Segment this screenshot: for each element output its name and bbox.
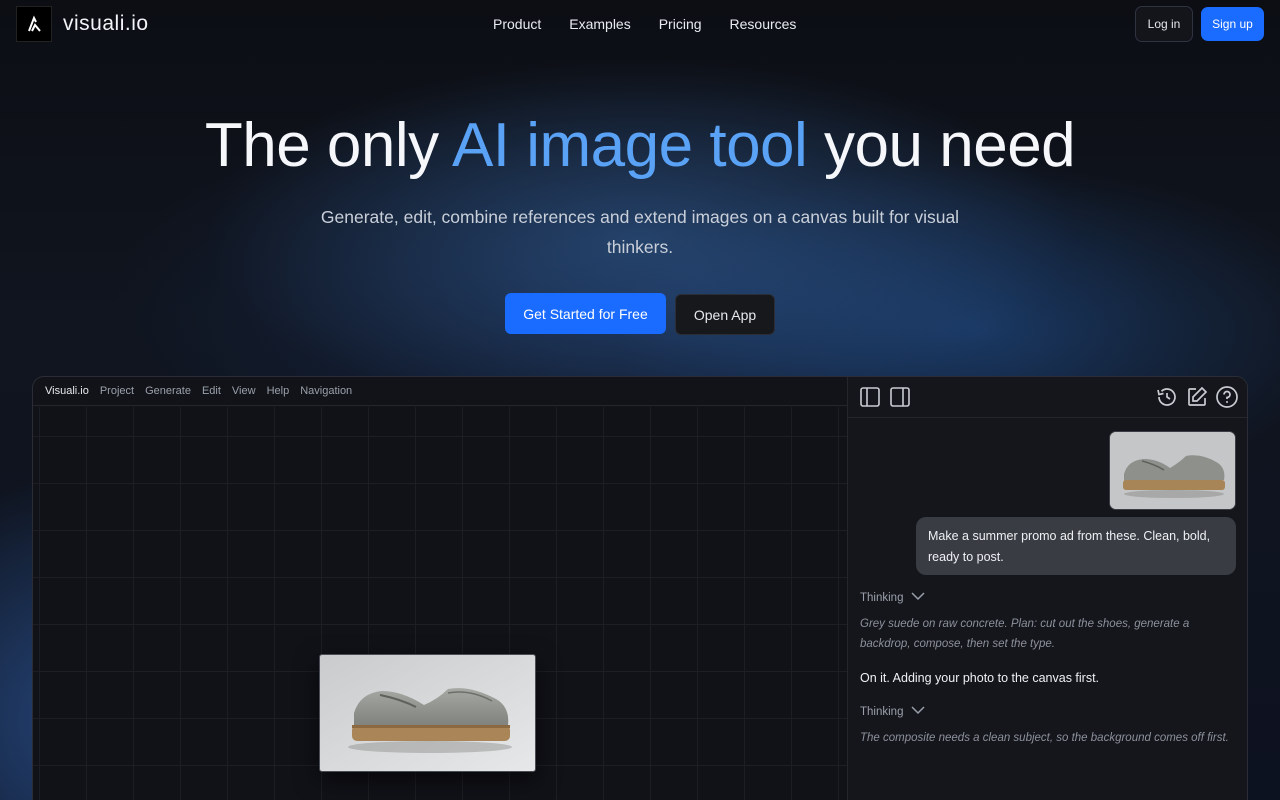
top-nav: visuali.io Product Examples Pricing Reso… [0, 0, 1280, 48]
menu-help[interactable]: Help [267, 385, 290, 397]
get-started-button[interactable]: Get Started for Free [505, 293, 666, 334]
nav-link-product[interactable]: Product [493, 16, 541, 32]
nav-link-resources[interactable]: Resources [730, 16, 797, 32]
panel-left-icon[interactable] [859, 386, 883, 410]
user-uploaded-image[interactable] [1109, 431, 1236, 510]
app-preview-window: Visuali.io Project Generate Edit View He… [32, 376, 1248, 800]
thinking-label: Thinking [860, 591, 904, 604]
thought-text-1: Grey suede on raw concrete. Plan: cut ou… [860, 618, 1190, 650]
menu-edit[interactable]: Edit [202, 385, 221, 397]
logo-icon[interactable] [16, 6, 52, 42]
login-button[interactable]: Log in [1135, 6, 1193, 42]
edit-icon[interactable] [1185, 385, 1209, 409]
thinking-toggle-2[interactable]: Thinking [860, 705, 925, 718]
help-icon[interactable] [1215, 385, 1239, 409]
brand-name[interactable]: visuali.io [63, 12, 149, 36]
menu-navigation[interactable]: Navigation [300, 385, 352, 397]
signup-button[interactable]: Sign up [1201, 7, 1264, 41]
hero-title-post: you need [807, 111, 1076, 180]
chat-sidebar: Make a summer promo ad from these. Clean… [847, 377, 1247, 800]
history-icon[interactable] [1155, 385, 1179, 409]
chat-toolbar [848, 377, 1247, 418]
app-menubar: Visuali.io Project Generate Edit View He… [33, 377, 847, 406]
canvas-grid[interactable] [33, 407, 847, 800]
menu-visuali[interactable]: Visuali.io [45, 385, 89, 397]
hero-title: The only AI image tool you need [0, 110, 1280, 181]
assistant-reply: On it. Adding your photo to the canvas f… [860, 671, 1100, 685]
hero-title-accent: AI image tool [451, 111, 808, 180]
menu-generate[interactable]: Generate [145, 385, 191, 397]
hero-subtitle: Generate, edit, combine references and e… [320, 207, 960, 257]
panel-right-icon[interactable] [889, 386, 913, 410]
canvas-shoe-image[interactable] [319, 654, 536, 772]
thought-text-2: The composite needs a clean subject, so … [860, 732, 1229, 744]
hero-title-pre: The only [204, 111, 452, 180]
menu-project[interactable]: Project [100, 385, 134, 397]
nav-link-examples[interactable]: Examples [569, 16, 630, 32]
menu-view[interactable]: View [232, 385, 256, 397]
user-message: Make a summer promo ad from these. Clean… [916, 517, 1236, 575]
chevron-down-icon [911, 705, 925, 718]
chevron-down-icon [911, 591, 925, 604]
thinking-label: Thinking [860, 705, 904, 718]
thinking-toggle-1[interactable]: Thinking [860, 591, 925, 604]
open-app-button[interactable]: Open App [675, 294, 775, 335]
nav-links: Product Examples Pricing Resources [493, 16, 796, 32]
nav-link-pricing[interactable]: Pricing [659, 16, 702, 32]
